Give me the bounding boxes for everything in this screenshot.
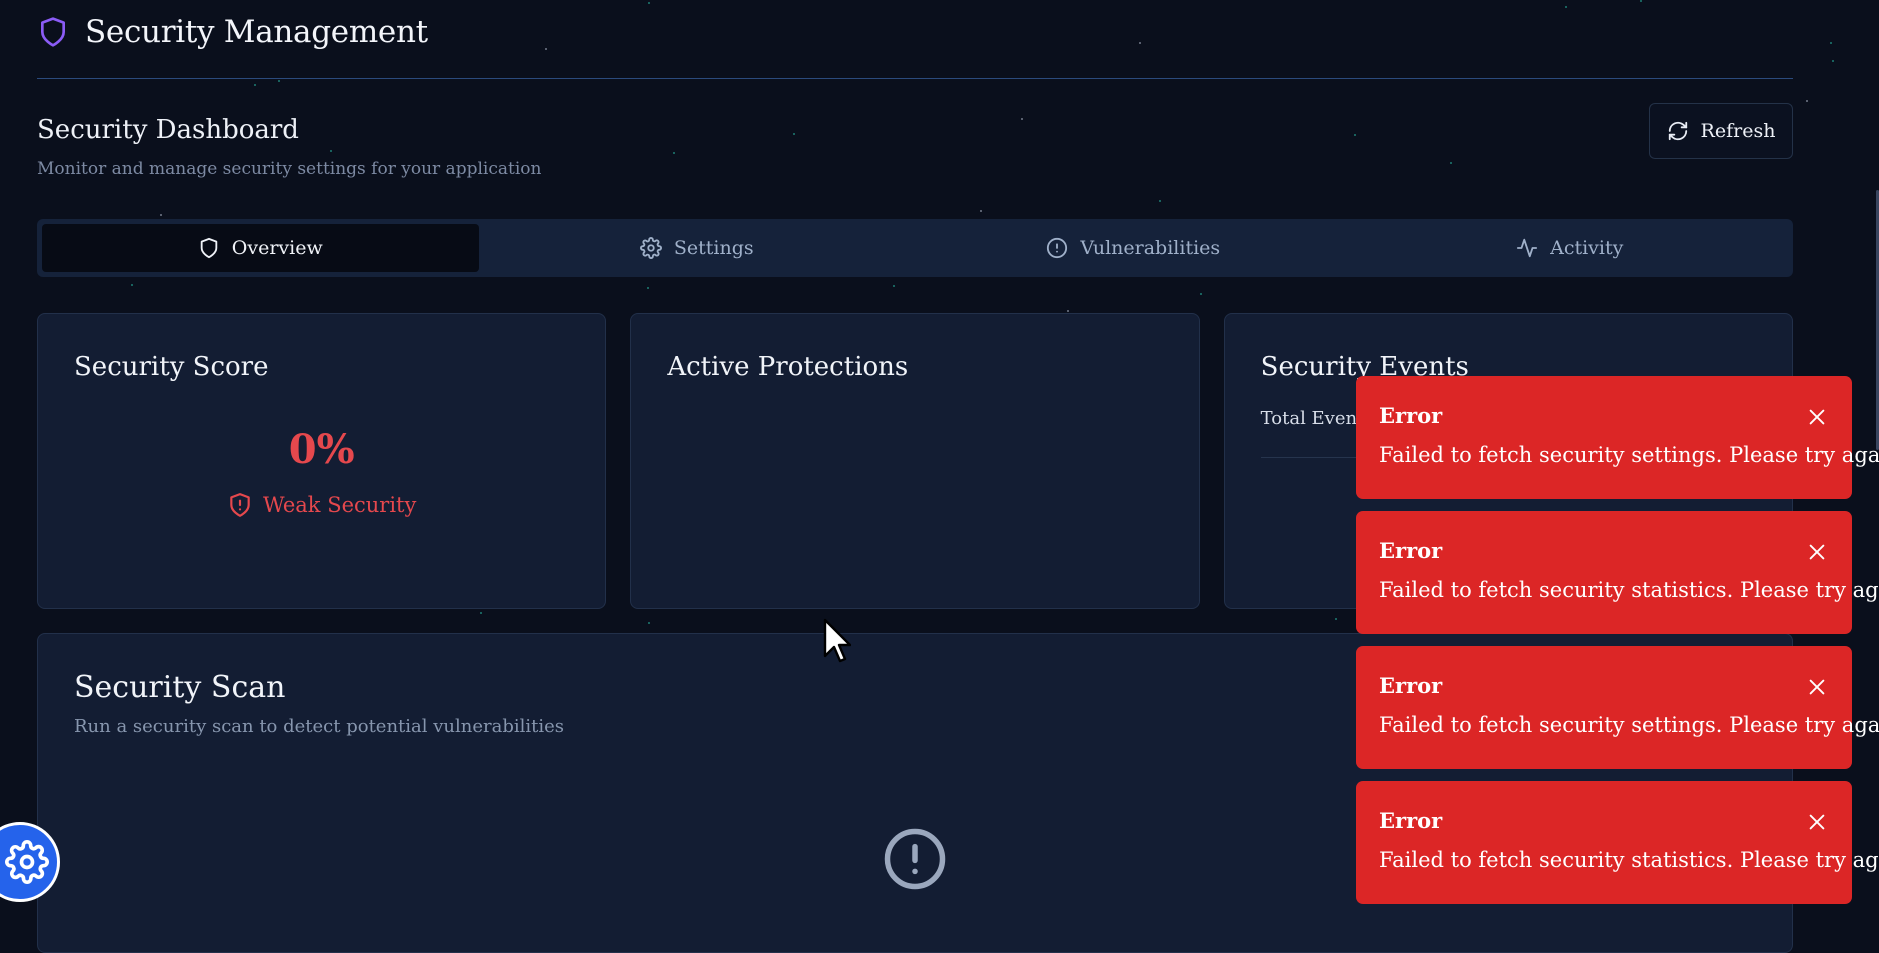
toast-title: Error [1379,403,1442,428]
close-icon[interactable] [1806,406,1828,428]
close-icon[interactable] [1806,811,1828,833]
tab-label: Settings [674,237,754,259]
gear-icon [640,237,662,259]
tab-bar: Overview Settings Vulnerabilities Activi… [37,219,1793,277]
error-toast: Error Failed to fetch security settings.… [1356,376,1852,499]
refresh-button[interactable]: Refresh [1649,103,1793,159]
gear-icon [5,840,49,884]
tab-settings[interactable]: Settings [479,224,916,272]
refresh-label: Refresh [1701,120,1776,142]
page-subtitle: Monitor and manage security settings for… [37,159,541,179]
dashboard-header: Security Dashboard Monitor and manage se… [37,79,1793,219]
shield-icon [37,16,69,48]
error-toast: Error Failed to fetch security statistic… [1356,781,1852,904]
tab-label: Overview [232,237,323,259]
toast-title: Error [1379,538,1442,563]
error-toast: Error Failed to fetch security settings.… [1356,646,1852,769]
toast-message: Failed to fetch security settings. Pleas… [1379,713,1879,737]
page-title: Security Dashboard [37,115,299,145]
scan-title: Security Scan [74,670,285,705]
alert-circle-icon [1046,237,1068,259]
app-title: Security Management [85,14,428,50]
security-status-label: Weak Security [263,493,416,517]
toast-message: Failed to fetch security statistics. Ple… [1379,848,1879,872]
card-title: Security Score [74,352,269,382]
activity-icon [1516,237,1538,259]
toast-container: Error Failed to fetch security settings.… [1356,376,1852,916]
mouse-cursor [823,618,851,664]
active-protections-card: Active Protections [630,313,1199,609]
alert-circle-icon [882,826,948,892]
toast-message: Failed to fetch security settings. Pleas… [1379,443,1879,467]
scan-subtitle: Run a security scan to detect potential … [74,716,564,737]
close-icon[interactable] [1806,541,1828,563]
security-status: Weak Security [38,492,605,518]
shield-alert-icon [227,492,253,518]
shield-icon [198,237,220,259]
toast-title: Error [1379,808,1442,833]
refresh-icon [1667,120,1689,142]
tab-label: Vulnerabilities [1080,237,1220,259]
error-toast: Error Failed to fetch security statistic… [1356,511,1852,634]
tab-label: Activity [1550,237,1623,259]
toast-message: Failed to fetch security statistics. Ple… [1379,578,1879,602]
card-title: Active Protections [667,352,908,382]
app-header: Security Management [37,0,1793,79]
toast-title: Error [1379,673,1442,698]
tab-vulnerabilities[interactable]: Vulnerabilities [915,224,1352,272]
tab-overview[interactable]: Overview [42,224,479,272]
security-score-card: Security Score 0% Weak Security [37,313,606,609]
tab-activity[interactable]: Activity [1352,224,1789,272]
close-icon[interactable] [1806,676,1828,698]
security-score-value: 0% [38,426,605,473]
